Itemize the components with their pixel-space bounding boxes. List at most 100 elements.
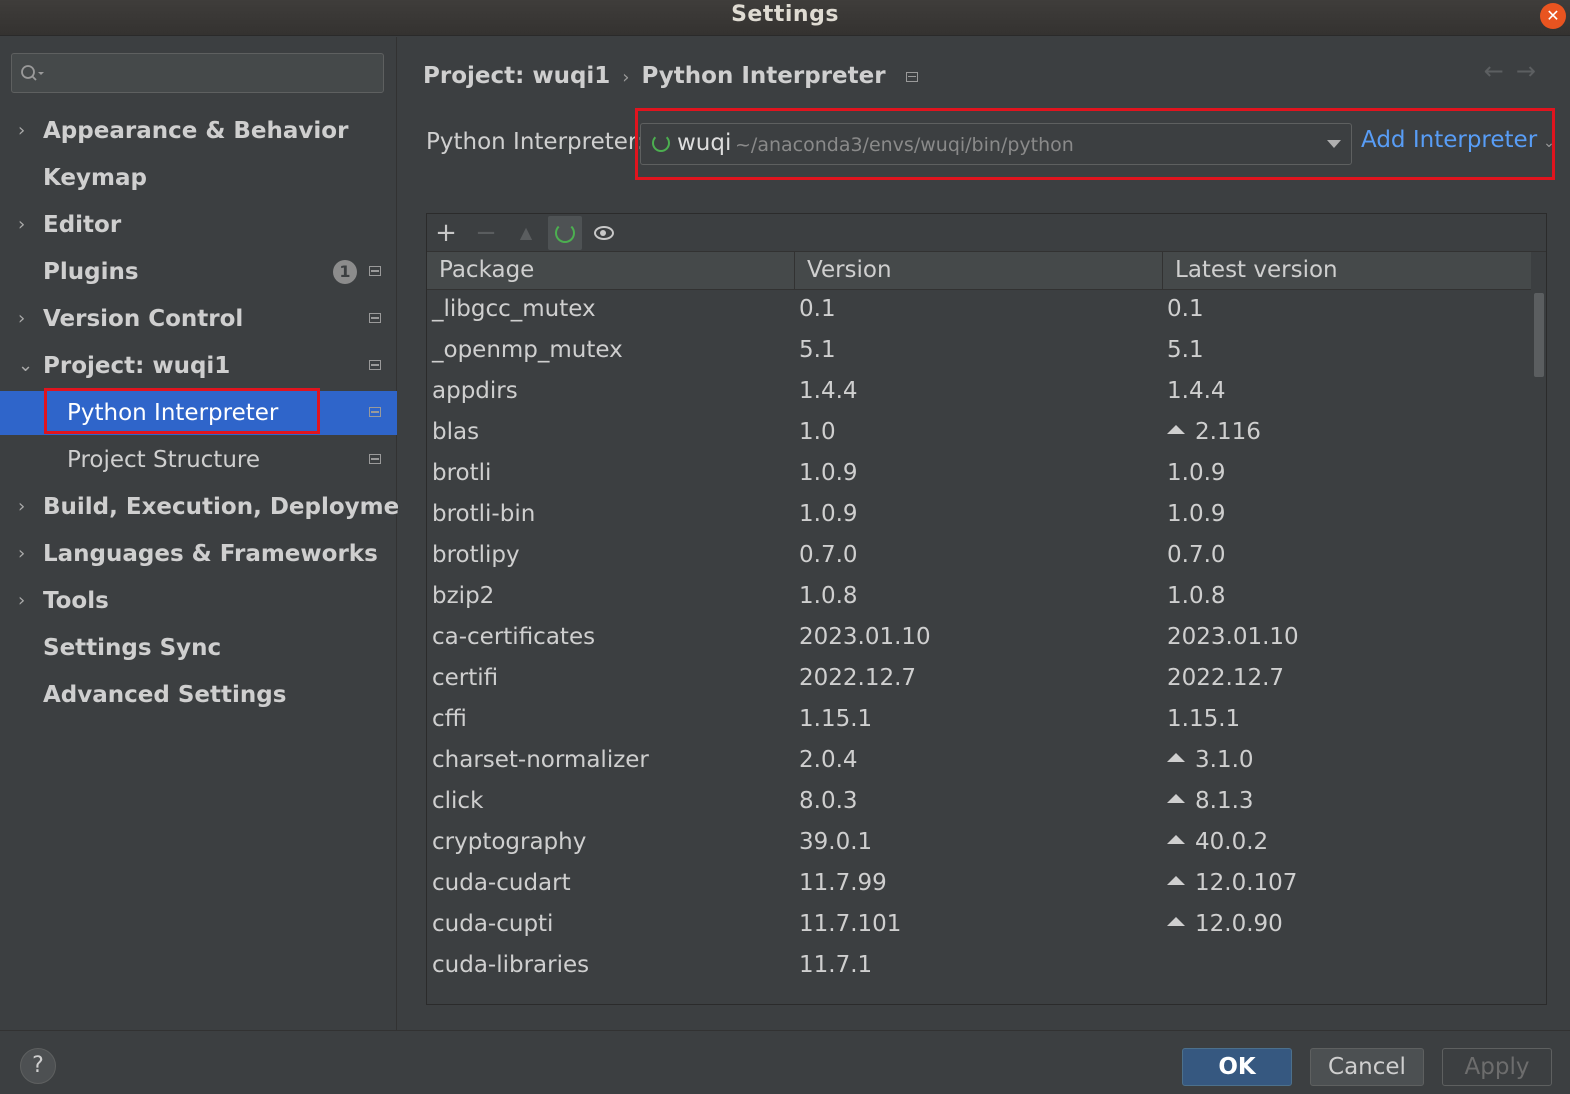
sidebar-item-label: Project: wuqi1 [43,353,231,379]
latest-version-cell: 2023.01.10 [1167,624,1299,650]
column-divider[interactable] [1162,252,1163,290]
table-row[interactable]: ca-certificates 2023.01.10 2023.01.10 [427,619,1531,660]
add-package-button[interactable]: + [429,216,463,250]
version-cell: 2022.12.7 [799,665,917,691]
version-cell: 1.0.8 [799,583,858,609]
sidebar-item-languages[interactable]: › Languages & Frameworks [0,532,397,576]
column-header-latest[interactable]: Latest version [1175,257,1338,283]
version-cell: 1.0.9 [799,501,858,527]
version-cell: 0.1 [799,296,836,322]
sidebar-item-settings-sync[interactable]: Settings Sync [0,626,397,670]
sidebar-item-label: Version Control [43,306,244,332]
latest-version-cell: 1.15.1 [1167,706,1240,732]
sidebar-item-version-control[interactable]: › Version Control [0,297,397,341]
table-row[interactable]: cuda-cudart 11.7.99 12.0.107 [427,865,1531,906]
close-window-button[interactable]: ✕ [1540,3,1566,29]
sidebar-item-plugins[interactable]: Plugins 1 [0,250,397,294]
forward-arrow-icon[interactable]: → [1516,57,1548,85]
highlight-box-interpreter [635,108,1555,180]
sidebar-item-label: Languages & Frameworks [43,541,378,567]
refresh-spinner-icon [555,223,575,243]
packages-table-header: Package Version Latest version [427,252,1531,290]
table-row[interactable]: brotli-bin 1.0.9 1.0.9 [427,496,1531,537]
table-row[interactable]: brotli 1.0.9 1.0.9 [427,455,1531,496]
vertical-scrollbar[interactable] [1532,291,1546,1004]
table-row[interactable]: brotlipy 0.7.0 0.7.0 [427,537,1531,578]
latest-version-text: 1.0.9 [1167,501,1226,527]
table-row[interactable]: cuda-cupti 11.7.101 12.0.90 [427,906,1531,947]
table-row[interactable]: cffi 1.15.1 1.15.1 [427,701,1531,742]
upgrade-package-button[interactable]: ▲ [509,216,543,250]
sidebar-item-build[interactable]: › Build, Execution, Deployment [0,485,427,529]
window-title: Settings [731,2,839,27]
table-row[interactable]: appdirs 1.4.4 1.4.4 [427,373,1531,414]
sidebar-item-label: Keymap [43,165,147,191]
sidebar-item-tools[interactable]: › Tools [0,579,397,623]
sidebar-item-editor[interactable]: › Editor [0,203,397,247]
sidebar-item-keymap[interactable]: Keymap [0,156,397,200]
table-row[interactable]: cryptography 39.0.1 40.0.2 [427,824,1531,865]
sidebar-item-appearance[interactable]: › Appearance & Behavior [0,109,397,153]
version-cell: 1.15.1 [799,706,873,732]
package-name-cell: cryptography [432,829,587,855]
help-button[interactable]: ? [20,1048,56,1084]
version-cell: 1.4.4 [799,378,858,404]
package-name-cell: brotlipy [432,542,520,568]
apply-button[interactable]: Apply [1442,1048,1552,1086]
latest-version-text: 40.0.2 [1195,829,1269,855]
refresh-button[interactable] [548,216,582,250]
sidebar-item-advanced-settings[interactable]: Advanced Settings [0,673,397,717]
remove-package-button[interactable]: − [469,216,503,250]
table-row[interactable]: blas 1.0 2.116 [427,414,1531,455]
scrollbar-thumb[interactable] [1534,293,1544,377]
breadcrumb-page: Python Interpreter [641,63,886,89]
package-name-cell: certifi [432,665,499,691]
breadcrumb-separator: › [622,67,630,88]
table-row[interactable]: bzip2 1.0.8 1.0.8 [427,578,1531,619]
table-row[interactable]: cuda-libraries 11.7.1 [427,947,1531,988]
show-early-releases-button[interactable] [587,216,621,250]
upgrade-available-icon [1167,425,1185,434]
column-header-package[interactable]: Package [439,257,534,283]
sidebar-item-label: Project Structure [67,447,260,473]
back-arrow-icon[interactable]: ← [1484,57,1516,85]
package-name-cell: charset-normalizer [432,747,649,773]
eye-icon [594,226,614,240]
package-name-cell: _openmp_mutex [432,337,623,363]
package-name-cell: bzip2 [432,583,495,609]
latest-version-cell: 2.116 [1167,419,1261,445]
version-cell: 1.0.9 [799,460,858,486]
latest-version-cell: 40.0.2 [1167,829,1268,855]
sidebar-item-label: Build, Execution, Deployment [43,494,427,520]
latest-version-text: 0.1 [1167,296,1204,322]
cancel-button[interactable]: Cancel [1310,1048,1424,1086]
version-cell: 11.7.1 [799,952,873,978]
settings-search-input[interactable] [11,53,384,93]
latest-version-cell: 5.1 [1167,337,1204,363]
table-row[interactable]: _libgcc_mutex 0.1 0.1 [427,291,1531,332]
table-row[interactable]: click 8.0.3 8.1.3 [427,783,1531,824]
table-row[interactable]: _openmp_mutex 5.1 5.1 [427,332,1531,373]
package-name-cell: click [432,788,484,814]
latest-version-text: 2023.01.10 [1167,624,1299,650]
column-header-version[interactable]: Version [807,257,892,283]
upgrade-available-icon [1167,917,1185,926]
latest-version-text: 5.1 [1167,337,1204,363]
sidebar-item-project-structure[interactable]: Project Structure [0,438,397,482]
version-cell: 11.7.99 [799,870,887,896]
table-row[interactable]: charset-normalizer 2.0.4 3.1.0 [427,742,1531,783]
latest-version-text: 8.1.3 [1195,788,1254,814]
upgrade-available-icon [1167,876,1185,885]
table-row[interactable]: certifi 2022.12.7 2022.12.7 [427,660,1531,701]
latest-version-text: 1.15.1 [1167,706,1241,732]
sidebar-item-project[interactable]: ⌄ Project: wuqi1 [0,344,397,388]
chevron-right-icon: › [18,308,26,329]
packages-panel: + − ▲ Package Version Latest version _li… [426,213,1547,1005]
highlight-box-sidebar [44,388,320,434]
version-cell: 39.0.1 [799,829,873,855]
settings-content: Project: wuqi1 › Python Interpreter ←→ Pyt… [398,37,1570,1030]
column-divider[interactable] [794,252,795,290]
breadcrumb-project[interactable]: Project: wuqi1 [423,63,610,89]
ok-button[interactable]: OK [1182,1048,1292,1086]
sidebar-item-label: Appearance & Behavior [43,118,349,144]
